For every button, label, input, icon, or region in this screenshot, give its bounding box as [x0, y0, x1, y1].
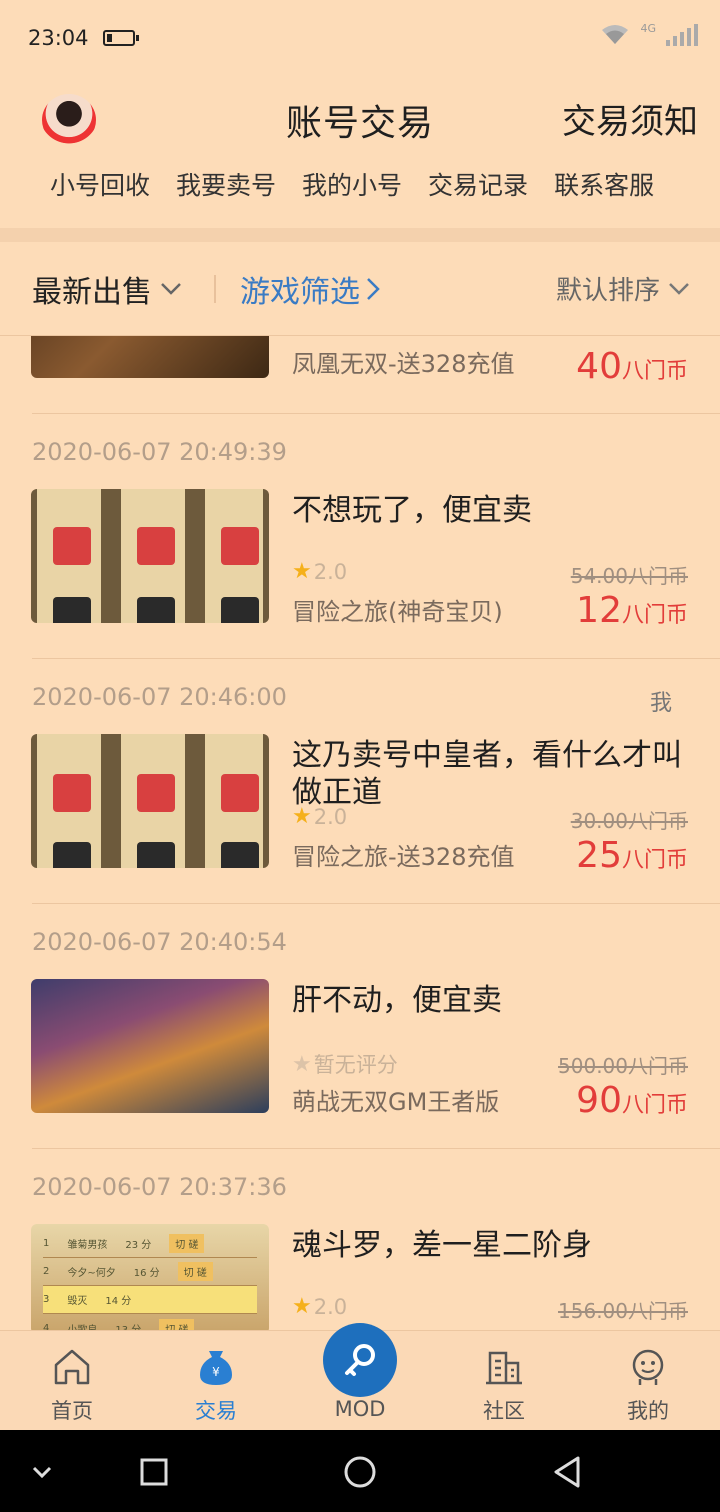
subnav-contact-service[interactable]: 联系客服	[554, 166, 654, 202]
system-navigation-bar	[0, 1430, 720, 1512]
listing-rating: ★ 2.0	[292, 559, 348, 584]
listing-thumbnail	[31, 979, 269, 1113]
rank-table: 1 雏菊男孩 23 分切 磋 2 今夕~何夕 16 分切 磋 3 毁灭 14 分 4 小歌良 1…	[43, 1230, 257, 1330]
latest-sale-label: 最新出售	[32, 274, 152, 310]
listing-time: 2020-06-07 20:37:36	[32, 1173, 287, 1201]
list-item[interactable]: 2020-06-07 20:49:39 不想玩了，便宜卖 ★ 2.0 54.00八…	[0, 414, 720, 659]
filter-separator	[214, 274, 216, 303]
tab-mod[interactable]: MOD	[288, 1323, 432, 1431]
subnav-recycle[interactable]: 小号回收	[50, 166, 150, 202]
listing-thumbnail: 1 雏菊男孩 23 分切 磋 2 今夕~何夕 16 分切 磋 3 毁灭 14 分 4 小歌良 1…	[31, 1224, 269, 1330]
listing-thumbnail	[31, 336, 269, 378]
tab-community-label: 社区	[483, 1399, 525, 1423]
tab-mod-label: MOD	[334, 1397, 386, 1421]
tab-community[interactable]: 社区	[432, 1331, 576, 1431]
sort-label: 默认排序	[555, 276, 660, 306]
back-icon[interactable]	[548, 1452, 588, 1492]
game-filter-label: 游戏筛选	[240, 274, 360, 310]
star-icon: ★	[292, 1294, 312, 1319]
chevron-right-icon	[367, 277, 380, 300]
listing-price: 90八门币	[576, 1080, 688, 1121]
tab-me-label: 我的	[627, 1399, 669, 1423]
tab-me[interactable]: 我的	[576, 1331, 720, 1431]
listing-original-price: 54.00八门币	[570, 564, 688, 588]
listing-thumbnail	[31, 734, 269, 868]
tab-trade[interactable]: ¥ 交易	[144, 1331, 288, 1431]
star-icon: ★	[292, 804, 312, 829]
network-type: 4G	[640, 22, 656, 35]
list-item[interactable]: 2020-06-07 20:46:00 我 这乃卖号中皇者，看什么才叫做正道 ★…	[0, 659, 720, 904]
game-filter-button[interactable]: 游戏筛选	[240, 267, 380, 311]
listing-game: 冒险之旅-送328充值	[292, 843, 515, 871]
listing-price: 12八门币	[576, 590, 688, 631]
sort-dropdown[interactable]: 默认排序	[556, 270, 690, 307]
money-bag-icon: ¥	[200, 1351, 232, 1385]
battery-icon	[102, 30, 139, 46]
listing-time: 2020-06-07 20:40:54	[32, 928, 287, 956]
listing-title: 魂斗罗，差一星二阶身	[292, 1228, 592, 1263]
listing-thumbnail	[31, 489, 269, 623]
listing-rating: ★ 2.0	[292, 1294, 348, 1319]
filter-bar: 最新出售 游戏筛选 默认排序	[0, 242, 720, 336]
my-listing-tag: 我	[649, 691, 672, 716]
listing-rating: ★ 2.0	[292, 804, 348, 829]
trade-notice-link[interactable]: 交易须知	[562, 94, 698, 143]
listing-game: 凤凰无双-送328充值	[292, 350, 515, 378]
listing-original-price: 30.00八门币	[570, 809, 688, 833]
status-bar: 23:04 4G	[0, 0, 720, 76]
list-item[interactable]: 凤凰无双-送328充值 40八门币	[0, 336, 720, 414]
key-icon	[323, 1323, 397, 1397]
svg-text:¥: ¥	[212, 1365, 220, 1379]
listing-title: 这乃卖号中皇者，看什么才叫做正道	[292, 738, 682, 810]
subnav-trade-records[interactable]: 交易记录	[428, 166, 528, 202]
listing-original-price: 156.00八门币	[558, 1299, 688, 1323]
list-item[interactable]: 2020-06-07 20:37:36 1 雏菊男孩 23 分切 磋 2 今夕~何夕 1…	[0, 1149, 720, 1330]
tab-home[interactable]: 首页	[0, 1331, 144, 1431]
status-indicators: 4G	[600, 22, 698, 46]
bottom-tab-bar: 首页 ¥ 交易 MOD 社区 我的	[0, 1323, 720, 1431]
listing-time: 2020-06-07 20:49:39	[32, 438, 287, 466]
sub-navigation: 小号回收 我要卖号 我的小号 交易记录 联系客服	[50, 166, 690, 202]
tab-trade-label: 交易	[195, 1399, 237, 1423]
listing-game: 萌战无双GM王者版	[292, 1088, 500, 1116]
building-icon	[486, 1351, 522, 1385]
tab-home-label: 首页	[51, 1399, 93, 1423]
listing-title: 不想玩了，便宜卖	[292, 493, 532, 528]
listing-list: 凤凰无双-送328充值 40八门币 2020-06-07 20:49:39 不想…	[0, 336, 720, 1330]
listing-original-price: 500.00八门币	[558, 1054, 688, 1078]
listing-rating: ★ 暂无评分	[292, 1051, 398, 1078]
listing-time: 2020-06-07 20:46:00	[32, 683, 287, 711]
listing-price: 25八门币	[576, 835, 688, 876]
chevron-down-icon[interactable]	[22, 1452, 62, 1492]
wifi-icon	[602, 25, 629, 44]
user-icon	[632, 1349, 664, 1385]
signal-icon	[666, 24, 698, 46]
section-divider	[0, 228, 720, 242]
latest-sale-dropdown[interactable]: 最新出售	[32, 267, 182, 311]
listing-title: 肝不动，便宜卖	[292, 983, 502, 1018]
listing-game: 冒险之旅(神奇宝贝)	[292, 598, 503, 626]
star-icon: ★	[292, 1051, 312, 1077]
chevron-down-icon	[669, 282, 689, 295]
subnav-sell[interactable]: 我要卖号	[176, 166, 276, 202]
subnav-my-accounts[interactable]: 我的小号	[302, 166, 402, 202]
header: 账号交易 交易须知	[0, 88, 720, 156]
star-icon: ★	[292, 559, 312, 584]
status-time: 23:04	[28, 26, 89, 50]
home-icon	[54, 1349, 90, 1385]
chevron-down-icon	[161, 282, 181, 295]
recents-icon[interactable]	[134, 1452, 174, 1492]
list-item[interactable]: 2020-06-07 20:40:54 肝不动，便宜卖 ★ 暂无评分 500.00…	[0, 904, 720, 1149]
listing-price: 40八门币	[576, 346, 688, 387]
home-button-icon[interactable]	[340, 1452, 380, 1492]
